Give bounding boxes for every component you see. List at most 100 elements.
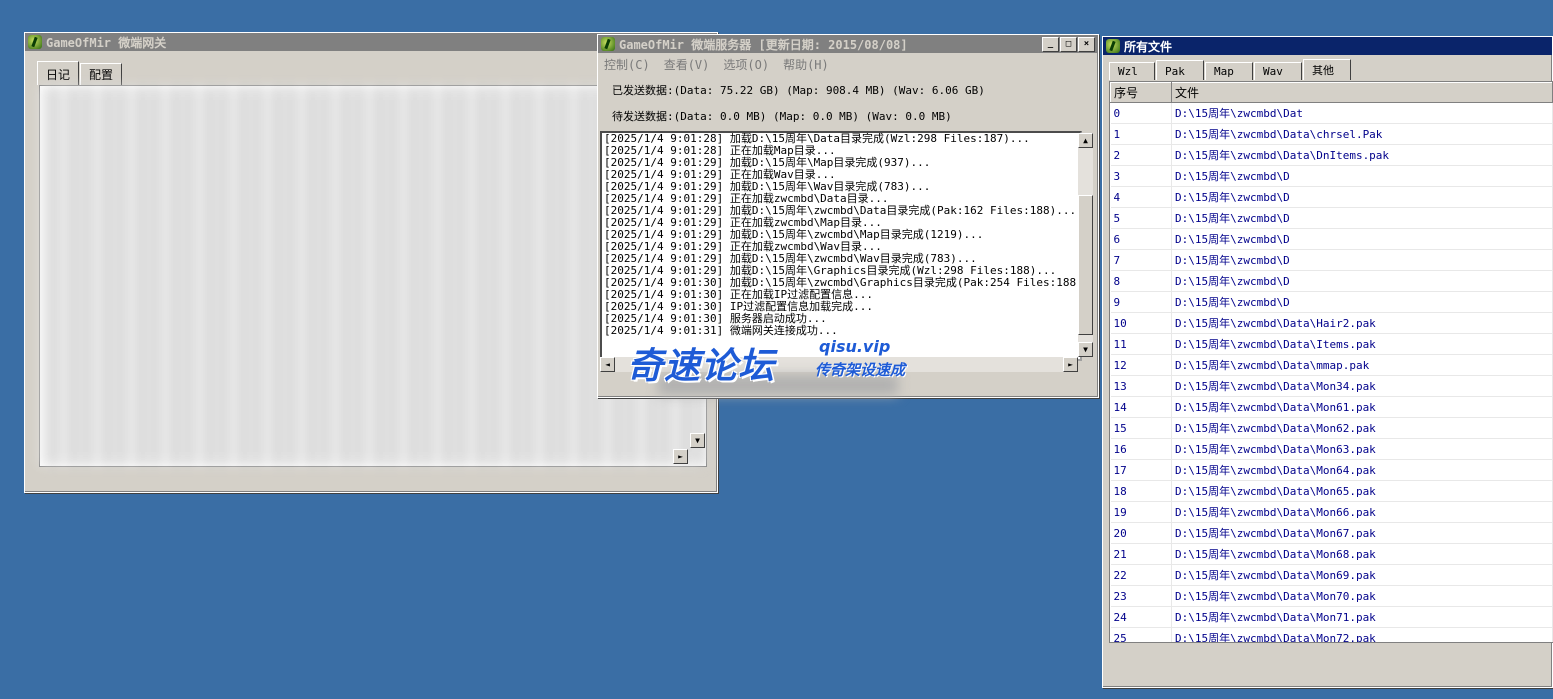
table-row[interactable]: 4 D:\15周年\zwcmbd\D — [1110, 186, 1553, 208]
row-index: 21 — [1110, 543, 1172, 565]
close-button[interactable]: × — [1078, 36, 1095, 52]
table-row[interactable]: 0 D:\15周年\zwcmbd\Dat — [1110, 102, 1553, 124]
row-file-path: D:\15周年\zwcmbd\D — [1171, 228, 1553, 250]
row-file-path: D:\15周年\zwcmbd\Data\DnItems.pak — [1171, 144, 1553, 166]
row-index: 24 — [1110, 606, 1172, 628]
row-index: 1 — [1110, 123, 1172, 145]
row-file-path: D:\15周年\zwcmbd\D — [1171, 165, 1553, 187]
table-row[interactable]: 21 D:\15周年\zwcmbd\Data\Mon68.pak — [1110, 543, 1553, 565]
app-icon — [1106, 39, 1120, 53]
scroll-right-button[interactable]: ► — [1063, 357, 1078, 372]
row-index: 11 — [1110, 333, 1172, 355]
server-titlebar[interactable]: GameOfMir 微端服务器 [更新日期: 2015/08/08] _ □ × — [598, 35, 1098, 53]
table-row[interactable]: 3 D:\15周年\zwcmbd\D — [1110, 165, 1553, 187]
row-index: 2 — [1110, 144, 1172, 166]
column-header-file[interactable]: 文件 — [1171, 82, 1553, 103]
pending-data-status: 待发送数据:(Data: 0.0 MB) (Map: 0.0 MB) (Wav:… — [612, 110, 952, 123]
table-row[interactable]: 17 D:\15周年\zwcmbd\Data\Mon64.pak — [1110, 459, 1553, 481]
minimize-button[interactable]: _ — [1042, 36, 1059, 52]
log-vscroll[interactable]: ▲ ▼ — [1078, 133, 1093, 357]
row-file-path: D:\15周年\zwcmbd\D — [1171, 249, 1553, 271]
row-index: 7 — [1110, 249, 1172, 271]
table-row[interactable]: 18 D:\15周年\zwcmbd\Data\Mon65.pak — [1110, 480, 1553, 502]
menu-options[interactable]: 选项(O) — [723, 56, 769, 73]
table-row[interactable]: 10 D:\15周年\zwcmbd\Data\Hair2.pak — [1110, 312, 1553, 334]
scroll-down-button[interactable]: ▼ — [1078, 342, 1093, 357]
table-row[interactable]: 13 D:\15周年\zwcmbd\Data\Mon34.pak — [1110, 375, 1553, 397]
scroll-down-button[interactable]: ▼ — [690, 433, 705, 448]
row-index: 17 — [1110, 459, 1172, 481]
menu-help[interactable]: 帮助(H) — [783, 56, 829, 73]
row-file-path: D:\15周年\zwcmbd\Data\Mon66.pak — [1171, 501, 1553, 523]
row-file-path: D:\15周年\zwcmbd\Data\Mon70.pak — [1171, 585, 1553, 607]
table-row[interactable]: 14 D:\15周年\zwcmbd\Data\Mon61.pak — [1110, 396, 1553, 418]
tab-map[interactable]: Map — [1205, 62, 1253, 80]
row-file-path: D:\15周年\zwcmbd\Data\mmap.pak — [1171, 354, 1553, 376]
files-title: 所有文件 — [1124, 39, 1173, 54]
row-index: 3 — [1110, 165, 1172, 187]
tab-wzl[interactable]: Wzl — [1109, 62, 1155, 80]
files-titlebar[interactable]: 所有文件 — [1103, 37, 1552, 55]
table-row[interactable]: 15 D:\15周年\zwcmbd\Data\Mon62.pak — [1110, 417, 1553, 439]
table-row[interactable]: 20 D:\15周年\zwcmbd\Data\Mon67.pak — [1110, 522, 1553, 544]
gateway-title: GameOfMir 微端网关 — [46, 35, 167, 50]
menu-view[interactable]: 查看(V) — [664, 56, 710, 73]
row-index: 8 — [1110, 270, 1172, 292]
row-file-path: D:\15周年\zwcmbd\Data\Mon34.pak — [1171, 375, 1553, 397]
table-row[interactable]: 8 D:\15周年\zwcmbd\D — [1110, 270, 1553, 292]
table-row[interactable]: 25 D:\15周年\zwcmbd\Data\Mon72.pak — [1110, 627, 1553, 642]
tab-other[interactable]: 其他 — [1303, 59, 1351, 80]
files-window: 所有文件 Wzl Pak Map Wav 其他 序号 文件 0 D:\15周年\z… — [1102, 36, 1553, 688]
menu-control[interactable]: 控制(C) — [604, 56, 650, 73]
row-index: 9 — [1110, 291, 1172, 313]
row-index: 14 — [1110, 396, 1172, 418]
row-file-path: D:\15周年\zwcmbd\D — [1171, 207, 1553, 229]
row-index: 19 — [1110, 501, 1172, 523]
table-row[interactable]: 1 D:\15周年\zwcmbd\Data\chrsel.Pak — [1110, 123, 1553, 145]
table-row[interactable]: 2 D:\15周年\zwcmbd\Data\DnItems.pak — [1110, 144, 1553, 166]
app-icon — [601, 37, 615, 51]
table-row[interactable]: 9 D:\15周年\zwcmbd\D — [1110, 291, 1553, 313]
table-row[interactable]: 23 D:\15周年\zwcmbd\Data\Mon70.pak — [1110, 585, 1553, 607]
watermark-subtitle: 传奇架设速成 — [815, 361, 906, 379]
watermark-title: 奇速论坛 — [627, 346, 776, 387]
maximize-button[interactable]: □ — [1060, 36, 1077, 52]
row-file-path: D:\15周年\zwcmbd\Data\chrsel.Pak — [1171, 123, 1553, 145]
row-file-path: D:\15周年\zwcmbd\Data\Mon62.pak — [1171, 417, 1553, 439]
row-file-path: D:\15周年\zwcmbd\D — [1171, 291, 1553, 313]
app-icon — [28, 35, 42, 49]
scroll-up-button[interactable]: ▲ — [1078, 133, 1093, 148]
scroll-right-button[interactable]: ► — [673, 449, 688, 464]
table-row[interactable]: 11 D:\15周年\zwcmbd\Data\Items.pak — [1110, 333, 1553, 355]
row-file-path: D:\15周年\zwcmbd\Data\Mon68.pak — [1171, 543, 1553, 565]
row-file-path: D:\15周年\zwcmbd\Data\Items.pak — [1171, 333, 1553, 355]
file-list: 序号 文件 0 D:\15周年\zwcmbd\Dat 1 D:\15周年\zwcmbd… — [1109, 81, 1553, 643]
files-tabs: Wzl Pak Map Wav 其他 — [1103, 55, 1552, 80]
table-row[interactable]: 5 D:\15周年\zwcmbd\D — [1110, 207, 1553, 229]
row-index: 22 — [1110, 564, 1172, 586]
server-title: GameOfMir 微端服务器 [更新日期: 2015/08/08] — [619, 37, 908, 52]
row-file-path: D:\15周年\zwcmbd\Data\Hair2.pak — [1171, 312, 1553, 334]
table-row[interactable]: 22 D:\15周年\zwcmbd\Data\Mon69.pak — [1110, 564, 1553, 586]
row-file-path: D:\15周年\zwcmbd\Data\Mon69.pak — [1171, 564, 1553, 586]
table-row[interactable]: 16 D:\15周年\zwcmbd\Data\Mon63.pak — [1110, 438, 1553, 460]
table-row[interactable]: 6 D:\15周年\zwcmbd\D — [1110, 228, 1553, 250]
row-file-path: D:\15周年\zwcmbd\Data\Mon63.pak — [1171, 438, 1553, 460]
table-row[interactable]: 19 D:\15周年\zwcmbd\Data\Mon66.pak — [1110, 501, 1553, 523]
scroll-thumb[interactable] — [1078, 195, 1093, 335]
row-file-path: D:\15周年\zwcmbd\D — [1171, 270, 1553, 292]
tab-wav[interactable]: Wav — [1254, 62, 1302, 80]
row-index: 10 — [1110, 312, 1172, 334]
scroll-left-button[interactable]: ◄ — [600, 357, 615, 372]
tab-log[interactable]: 日记 — [37, 61, 80, 85]
tab-config[interactable]: 配置 — [80, 63, 123, 85]
table-row[interactable]: 7 D:\15周年\zwcmbd\D — [1110, 249, 1553, 271]
tab-pak[interactable]: Pak — [1156, 60, 1204, 80]
server-menubar: 控制(C) 查看(V) 选项(O) 帮助(H) — [598, 53, 1098, 76]
column-header-index[interactable]: 序号 — [1110, 82, 1172, 103]
row-index: 18 — [1110, 480, 1172, 502]
table-row[interactable]: 12 D:\15周年\zwcmbd\Data\mmap.pak — [1110, 354, 1553, 376]
table-row[interactable]: 24 D:\15周年\zwcmbd\Data\Mon71.pak — [1110, 606, 1553, 628]
row-index: 25 — [1110, 627, 1172, 642]
row-file-path: D:\15周年\zwcmbd\Data\Mon72.pak — [1171, 627, 1553, 642]
